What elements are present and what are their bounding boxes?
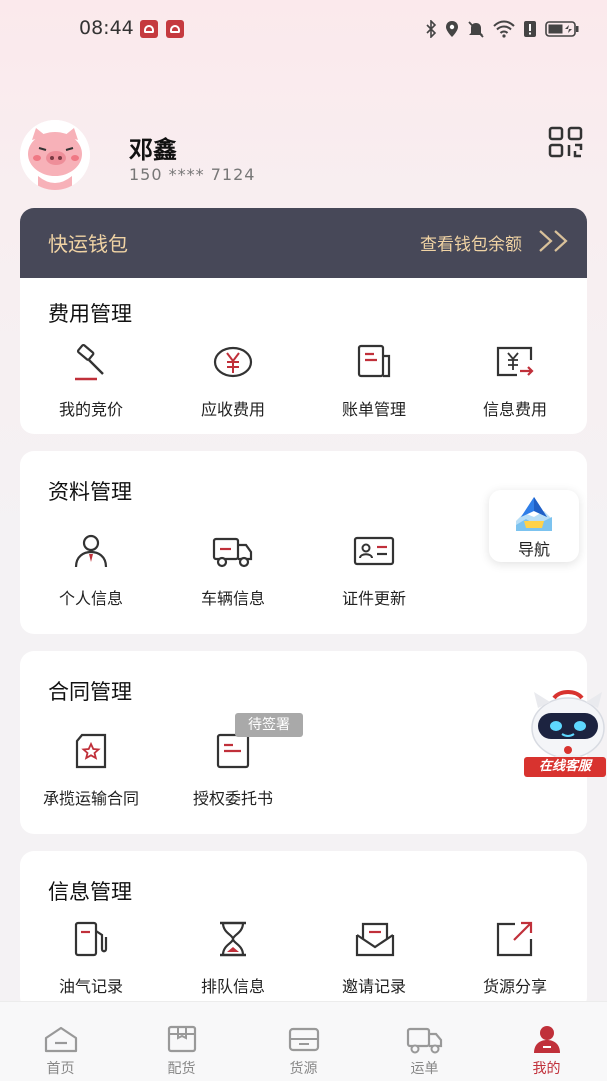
hourglass-icon (220, 921, 246, 957)
section-title: 费用管理 (48, 302, 132, 326)
item-label: 车辆信息 (200, 589, 265, 608)
person-icon (74, 534, 108, 568)
wifi-icon (493, 20, 515, 38)
item-label: 我的竞价 (58, 400, 123, 419)
tab-label: 运单 (410, 1061, 439, 1077)
app-notification-icon (166, 20, 184, 38)
yuan-coin-icon (213, 346, 253, 378)
user-name: 邓鑫 (129, 136, 177, 164)
cargo-box-icon (167, 1025, 196, 1053)
app-notification-icon (140, 20, 158, 38)
bill-management-item[interactable]: 账单管理 (304, 342, 444, 420)
view-wallet-balance-link[interactable]: 查看钱包余额 (420, 230, 522, 255)
tab-label: 我的 (532, 1061, 561, 1077)
document-update-item[interactable]: 证件更新 (304, 531, 444, 609)
authorization-document-icon (216, 733, 250, 769)
tab-mine[interactable]: 我的 (486, 1002, 607, 1081)
home-icon (44, 1026, 77, 1053)
fee-management-card: 费用管理 我的竞价 应收费用 账单管理 信息费用 (20, 278, 587, 434)
wallet-title: 快运钱包 (48, 232, 128, 256)
location-icon (446, 21, 458, 37)
id-card-icon (353, 536, 395, 566)
section-title: 合同管理 (48, 680, 132, 704)
item-label: 授权委托书 (192, 789, 273, 808)
online-service-label[interactable]: 在线客服 (524, 757, 606, 777)
qr-code-icon[interactable] (548, 126, 584, 158)
item-label: 货源分享 (482, 977, 547, 996)
auction-hammer-icon (75, 343, 104, 381)
battery-icon (545, 21, 579, 37)
user-profile-icon (533, 1026, 560, 1053)
user-phone: 150 **** 7124 (129, 165, 256, 184)
bluetooth-icon (426, 20, 437, 38)
item-label: 油气记录 (58, 977, 123, 996)
info-fees-item[interactable]: 信息费用 (445, 342, 585, 420)
my-bid-item[interactable]: 我的竞价 (21, 342, 161, 420)
avatar[interactable] (20, 120, 90, 190)
receivable-fees-item[interactable]: 应收费用 (163, 342, 303, 420)
status-icons (425, 18, 579, 40)
contract-star-icon (75, 733, 107, 769)
share-cargo-item[interactable]: 货源分享 (445, 919, 585, 997)
queue-info-item[interactable]: 排队信息 (163, 919, 303, 997)
yuan-payment-icon (496, 346, 534, 377)
invitation-record-item[interactable]: 邀请记录 (304, 919, 444, 997)
cargo-source-icon (288, 1027, 319, 1052)
item-label: 应收费用 (200, 400, 265, 419)
section-title: 资料管理 (48, 480, 132, 504)
personal-info-item[interactable]: 个人信息 (21, 531, 161, 609)
vehicle-info-item[interactable]: 车辆信息 (163, 531, 303, 609)
truck-tab-icon (406, 1027, 442, 1054)
bill-document-icon (357, 344, 391, 378)
alert-icon (524, 21, 536, 37)
info-management-card: 信息管理 油气记录 排队信息 邀请记录 货源分享 (20, 851, 587, 1011)
status-time: 08:44 (79, 17, 134, 39)
item-label: 证件更新 (341, 589, 406, 608)
floating-navigation-button[interactable]: 导航 (489, 490, 579, 562)
fuel-pump-icon (74, 921, 108, 957)
status-bar: 08:44 (0, 0, 607, 58)
mute-icon (468, 21, 484, 38)
navigation-map-icon (516, 497, 552, 531)
section-title: 信息管理 (48, 880, 132, 904)
tab-label: 配货 (167, 1061, 196, 1077)
item-label: 账单管理 (341, 400, 406, 419)
item-label: 承揽运输合同 (42, 789, 139, 808)
item-label: 排队信息 (200, 977, 265, 996)
transport-contract-item[interactable]: 承揽运输合同 (21, 731, 161, 809)
truck-icon (212, 537, 253, 568)
tab-label: 首页 (46, 1061, 75, 1077)
tab-home[interactable]: 首页 (0, 1002, 121, 1081)
authorization-letter-item[interactable]: 授权委托书 (163, 731, 303, 809)
item-label: 个人信息 (58, 589, 123, 608)
wallet-banner[interactable]: 快运钱包 查看钱包余额 (20, 208, 587, 278)
contract-management-card: 合同管理 承揽运输合同 授权委托书 (20, 651, 587, 834)
tab-dispatch[interactable]: 配货 (121, 1002, 242, 1081)
tab-cargo-source[interactable]: 货源 (243, 1002, 364, 1081)
fuel-record-item[interactable]: 油气记录 (21, 919, 161, 997)
pig-avatar-icon (20, 120, 90, 190)
tab-waybill[interactable]: 运单 (364, 1002, 485, 1081)
double-chevron-right-icon (539, 230, 568, 252)
bottom-tab-bar: 首页 配货 货源 运单 我的 (0, 1001, 607, 1081)
item-label: 信息费用 (482, 400, 547, 419)
item-label: 邀请记录 (341, 977, 406, 996)
navigation-label: 导航 (517, 540, 550, 559)
share-external-icon (496, 921, 533, 957)
pending-signature-badge: 待签署 (235, 713, 303, 737)
envelope-icon (355, 922, 395, 957)
tab-label: 货源 (289, 1061, 318, 1077)
